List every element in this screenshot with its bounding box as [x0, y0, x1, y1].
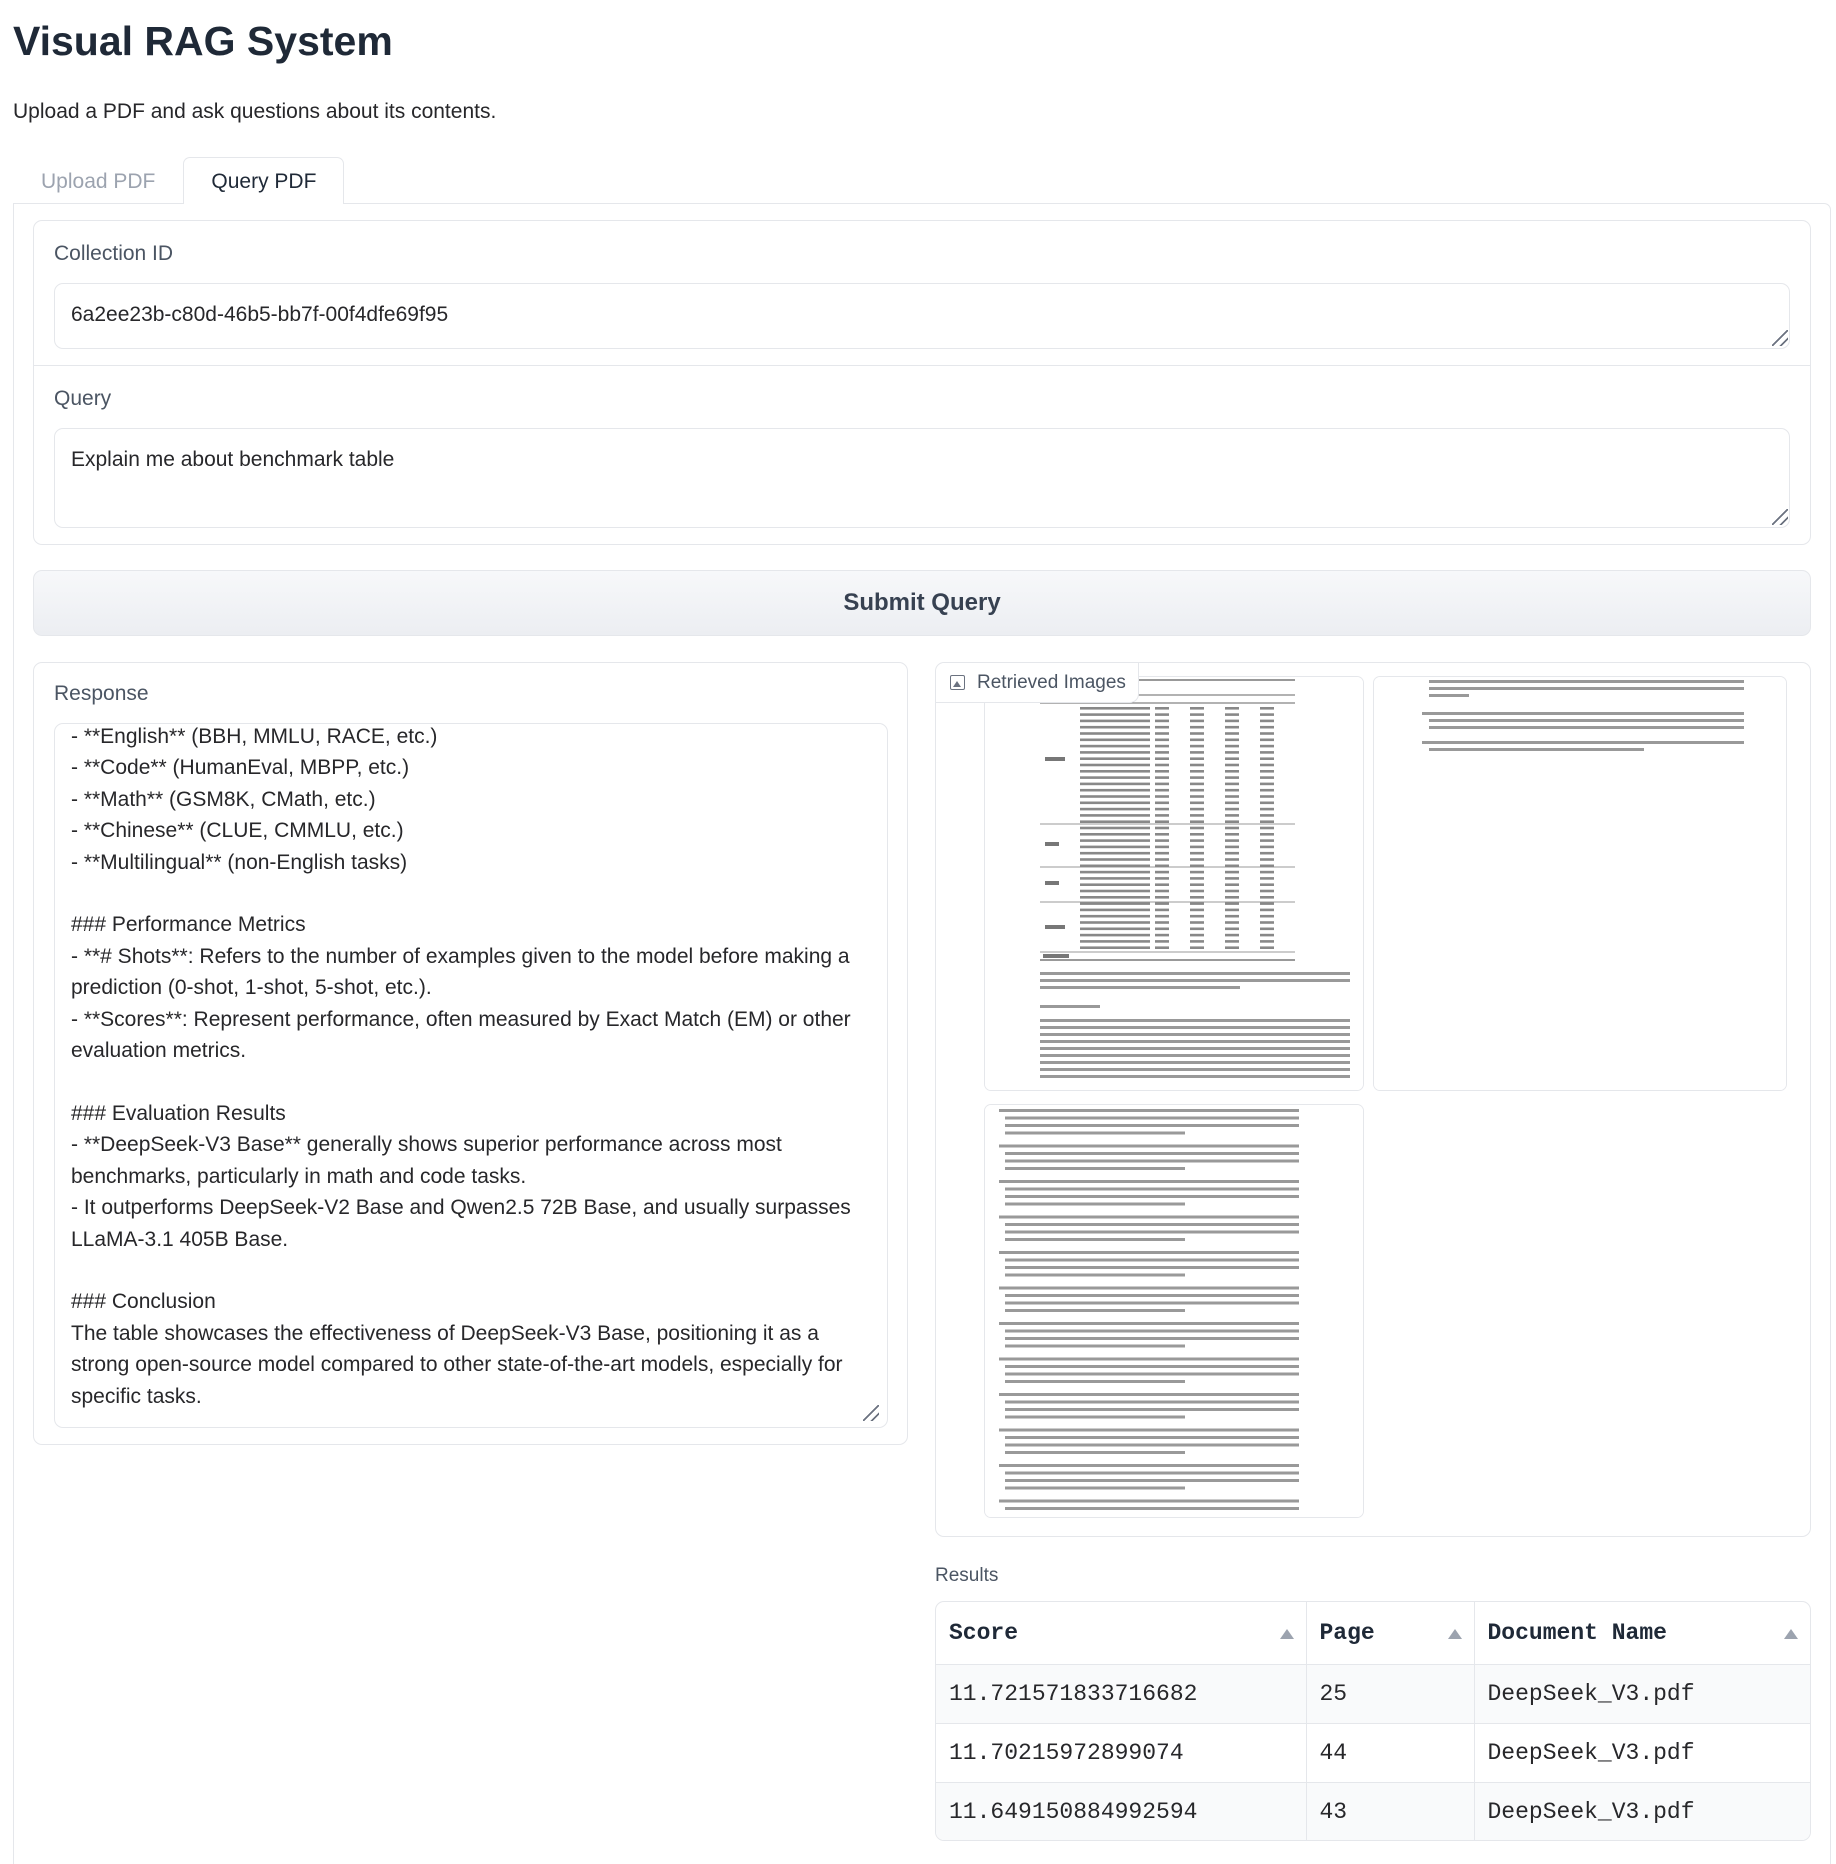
form-divider	[34, 365, 1810, 366]
column-header-score[interactable]: Score	[936, 1602, 1306, 1664]
document-name-cell: DeepSeek_V3.pdf	[1473, 1782, 1810, 1840]
retrieved-image-thumbnail[interactable]	[1373, 676, 1787, 1091]
image-icon	[950, 675, 965, 690]
page-references-thumbnail-image	[1374, 677, 1786, 1090]
response-textarea[interactable]: - **English** (BBH, MMLU, RACE, etc.) - …	[54, 723, 888, 1428]
sort-arrow-icon[interactable]	[1447, 1629, 1462, 1639]
tab-query-pdf[interactable]: Query PDF	[183, 157, 345, 204]
table-row[interactable]: 11.649150884992594 43 DeepSeek_V3.pdf	[936, 1782, 1810, 1840]
response-panel: Response - **English** (BBH, MMLU, RACE,…	[33, 662, 908, 1445]
app-title: Visual RAG System	[13, 18, 393, 64]
gallery-label-text: Retrieved Images	[977, 671, 1126, 693]
query-field[interactable]: Explain me about benchmark table	[54, 428, 1790, 528]
table-row[interactable]: 11.70215972899074 44 DeepSeek_V3.pdf	[936, 1723, 1810, 1783]
app-description: Upload a PDF and ask questions about its…	[13, 100, 497, 123]
score-cell: 11.721571833716682	[949, 1680, 1198, 1707]
tab-bar: Upload PDF Query PDF	[13, 157, 345, 204]
sort-arrow-icon[interactable]	[1279, 1629, 1294, 1639]
collection-id-label: Collection ID	[54, 242, 174, 265]
page-cell: 44	[1305, 1723, 1474, 1783]
query-form: Collection ID 6a2ee23b-c80d-46b5-bb7f-00…	[33, 220, 1811, 545]
table-header-row: Score Page Document Name	[936, 1602, 1810, 1664]
tab-upload-pdf[interactable]: Upload PDF	[13, 157, 184, 204]
score-cell: 11.70215972899074	[949, 1739, 1184, 1766]
response-label: Response	[54, 682, 149, 705]
resize-handle-icon[interactable]	[1772, 509, 1788, 525]
results-label: Results	[935, 1565, 999, 1586]
sort-arrow-icon[interactable]	[1784, 1629, 1798, 1639]
page-cell: 25	[1305, 1664, 1474, 1724]
score-cell: 11.649150884992594	[949, 1799, 1198, 1826]
page-table-thumbnail-image	[985, 677, 1363, 1090]
retrieved-image-thumbnail[interactable]	[984, 1104, 1364, 1518]
page-references-thumbnail-image	[985, 1105, 1363, 1517]
gallery-label: Retrieved Images	[936, 663, 1139, 703]
collection-id-field[interactable]: 6a2ee23b-c80d-46b5-bb7f-00f4dfe69f95	[54, 283, 1790, 349]
submit-query-button[interactable]: Submit Query	[33, 570, 1811, 636]
page-cell: 43	[1305, 1782, 1474, 1840]
column-header-page[interactable]: Page	[1305, 1602, 1474, 1664]
retrieved-image-thumbnail[interactable]	[984, 676, 1364, 1091]
resize-handle-icon[interactable]	[863, 1405, 879, 1421]
resize-handle-icon[interactable]	[1772, 330, 1788, 346]
retrieved-images-gallery: Retrieved Images	[935, 662, 1811, 1537]
query-label: Query	[54, 387, 112, 410]
results-table: Score Page Document Name 11.721571833716…	[935, 1601, 1811, 1841]
document-name-cell: DeepSeek_V3.pdf	[1473, 1664, 1810, 1724]
column-header-document-name[interactable]: Document Name	[1473, 1602, 1810, 1664]
response-text: - **English** (BBH, MMLU, RACE, etc.) - …	[71, 725, 851, 1408]
table-row[interactable]: 11.721571833716682 25 DeepSeek_V3.pdf	[936, 1664, 1810, 1724]
document-name-cell: DeepSeek_V3.pdf	[1473, 1723, 1810, 1783]
